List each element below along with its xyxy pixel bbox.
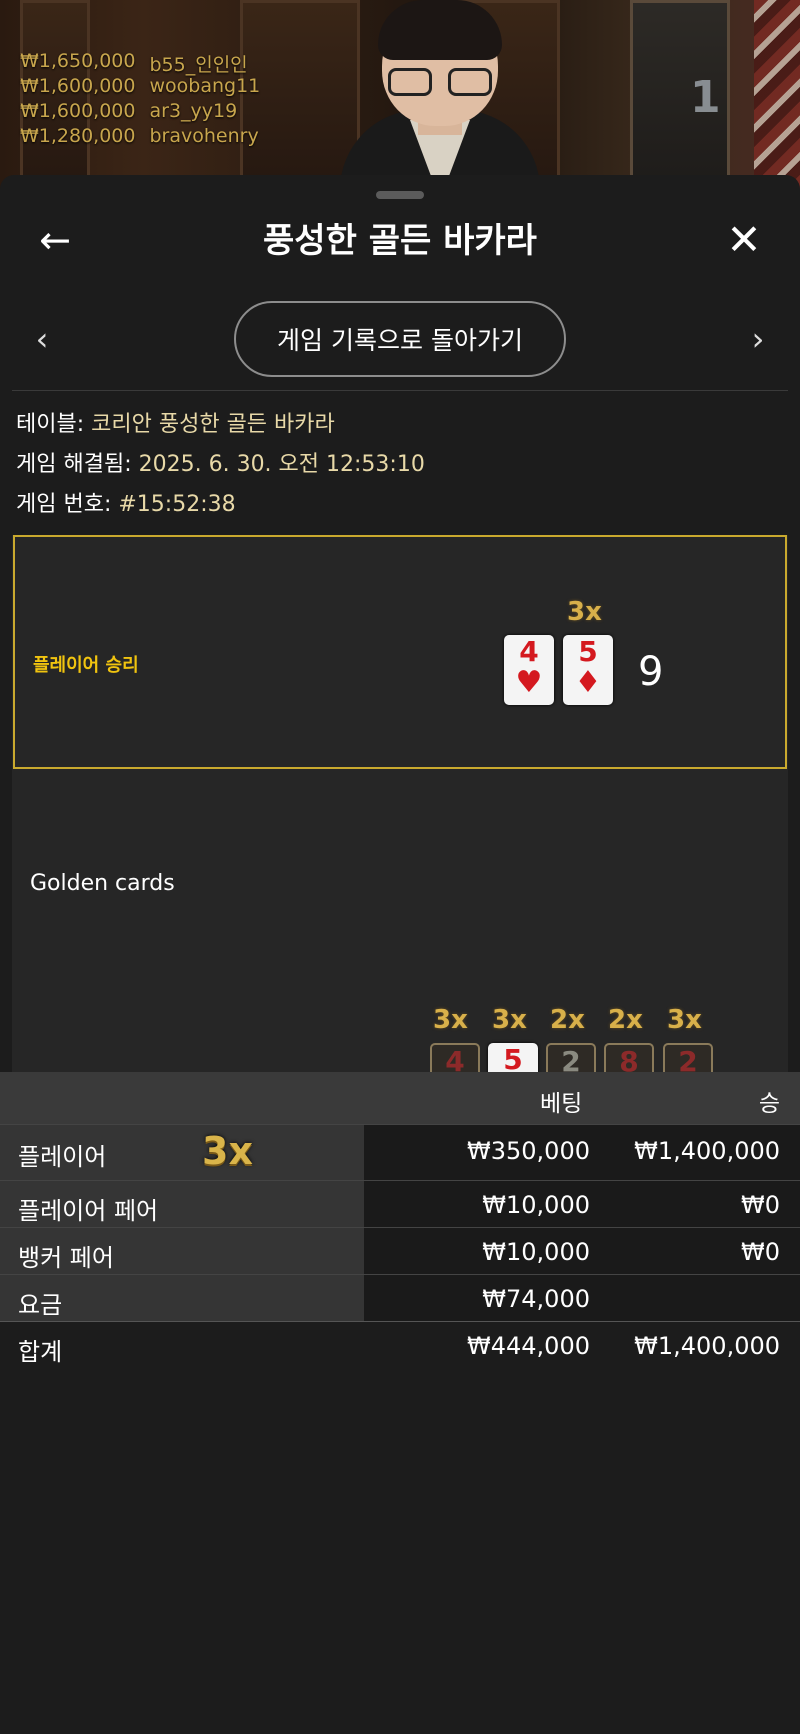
bet-amount: ₩10,000 — [482, 1238, 590, 1266]
leaderboard: ₩1,650,000 b55_인인인 ₩1,600,000 woobang11 … — [20, 50, 260, 150]
table-row: 플레이어 3x ₩350,000 ₩1,400,000 — [0, 1124, 800, 1180]
bet-name: 플레이어 페어 — [18, 1197, 159, 1225]
player-win-label: 플레이어 승리 — [33, 655, 139, 676]
bets-table: 베팅 승 플레이어 3x ₩350,000 ₩1,400,000 플레이어 페어… — [0, 1072, 800, 1368]
chevron-right-icon[interactable]: › — [738, 319, 778, 359]
chevron-left-icon[interactable]: ‹ — [22, 319, 62, 359]
golden-multiplier: 3x — [433, 1005, 468, 1035]
leader-amount: ₩1,600,000 — [20, 75, 136, 97]
golden-multiplier: 2x — [550, 1005, 585, 1035]
total-label: 합계 — [18, 1338, 63, 1366]
playing-card: 4 ♥ — [504, 635, 554, 705]
leader-amount: ₩1,600,000 — [20, 100, 136, 122]
leader-user: bravohenry — [149, 125, 259, 147]
round-number: 1 — [690, 72, 721, 123]
total-win-amount: ₩1,400,000 — [634, 1332, 780, 1360]
live-video-feed: 1 ₩1,650,000 b55_인인인 ₩1,600,000 woobang1… — [0, 0, 800, 200]
table-info-line: 테이블: 코리안 풍성한 골든 바카라 — [16, 405, 425, 445]
bet-amount: ₩350,000 — [467, 1137, 590, 1165]
resolved-value: 2025. 6. 30. 오전 12:53:10 — [138, 452, 425, 477]
leader-amount: ₩1,650,000 — [20, 50, 136, 72]
table-value: 코리안 풍성한 골든 바카라 — [91, 412, 335, 437]
resolved-info-line: 게임 해결됨: 2025. 6. 30. 오전 12:53:10 — [16, 445, 425, 485]
column-header-bet: 베팅 — [540, 1091, 583, 1117]
back-to-history-button[interactable]: 게임 기록으로 돌아가기 — [234, 301, 566, 377]
game-number-label: 게임 번호: — [16, 492, 112, 517]
golden-multiplier: 3x — [667, 1005, 702, 1035]
page-title: 풍성한 골든 바카라 — [263, 221, 537, 261]
win-amount: ₩1,400,000 — [634, 1137, 780, 1165]
game-info: 테이블: 코리안 풍성한 골든 바카라 게임 해결됨: 2025. 6. 30.… — [16, 405, 425, 525]
resolved-label: 게임 해결됨: — [16, 452, 132, 477]
leaderboard-row: ₩1,600,000 ar3_yy19 — [20, 100, 260, 125]
column-header-win: 승 — [758, 1091, 780, 1117]
sheet-drag-handle[interactable] — [376, 191, 424, 199]
bet-multiplier-badge: 3x — [202, 1129, 253, 1173]
golden-cards-label: Golden cards — [30, 871, 175, 896]
leaderboard-row: ₩1,650,000 b55_인인인 — [20, 50, 260, 76]
total-bet-amount: ₩444,000 — [467, 1332, 590, 1360]
playing-card: 5 ♦ — [563, 635, 613, 705]
table-row: 뱅커 페어 ₩10,000 ₩0 — [0, 1227, 800, 1274]
bets-table-header: 베팅 승 — [0, 1072, 800, 1124]
table-row: 요금 ₩74,000 — [0, 1274, 800, 1321]
leader-amount: ₩1,280,000 — [20, 125, 136, 147]
history-nav: ‹ 게임 기록으로 돌아가기 › — [0, 301, 800, 377]
leaderboard-row: ₩1,280,000 bravohenry — [20, 125, 260, 150]
bet-name: 플레이어 — [18, 1143, 107, 1171]
table-label: 테이블: — [16, 412, 85, 437]
bet-amount: ₩74,000 — [482, 1285, 590, 1313]
bet-name: 요금 — [18, 1291, 63, 1319]
game-number-line: 게임 번호: #15:52:38 — [16, 485, 425, 525]
game-number-value: #15:52:38 — [118, 492, 236, 517]
dealer-figure — [330, 0, 550, 200]
divider — [12, 390, 788, 391]
win-amount: ₩0 — [741, 1238, 780, 1266]
golden-multiplier: 2x — [608, 1005, 643, 1035]
background-flowers — [754, 0, 800, 200]
bet-amount: ₩10,000 — [482, 1191, 590, 1219]
player-multiplier: 3x — [567, 597, 602, 627]
leaderboard-row: ₩1,600,000 woobang11 — [20, 75, 260, 100]
leader-user: woobang11 — [149, 75, 261, 97]
player-score: 9 — [638, 649, 664, 695]
golden-multiplier: 3x — [492, 1005, 527, 1035]
leader-user: ar3_yy19 — [149, 100, 238, 122]
table-row: 플레이어 페어 ₩10,000 ₩0 — [0, 1180, 800, 1227]
bet-name: 뱅커 페어 — [18, 1244, 114, 1272]
leader-user: b55_인인인 — [149, 54, 248, 76]
game-history-sheet: ← 풍성한 골든 바카라 ✕ ‹ 게임 기록으로 돌아가기 › 테이블: 코리안… — [0, 175, 800, 1734]
close-icon[interactable]: ✕ — [718, 213, 770, 265]
player-hand: 플레이어 승리 3x 4 ♥ 5 ♦ 9 — [13, 535, 787, 769]
win-amount: ₩0 — [741, 1191, 780, 1219]
table-total-row: 합계 ₩444,000 ₩1,400,000 — [0, 1321, 800, 1368]
